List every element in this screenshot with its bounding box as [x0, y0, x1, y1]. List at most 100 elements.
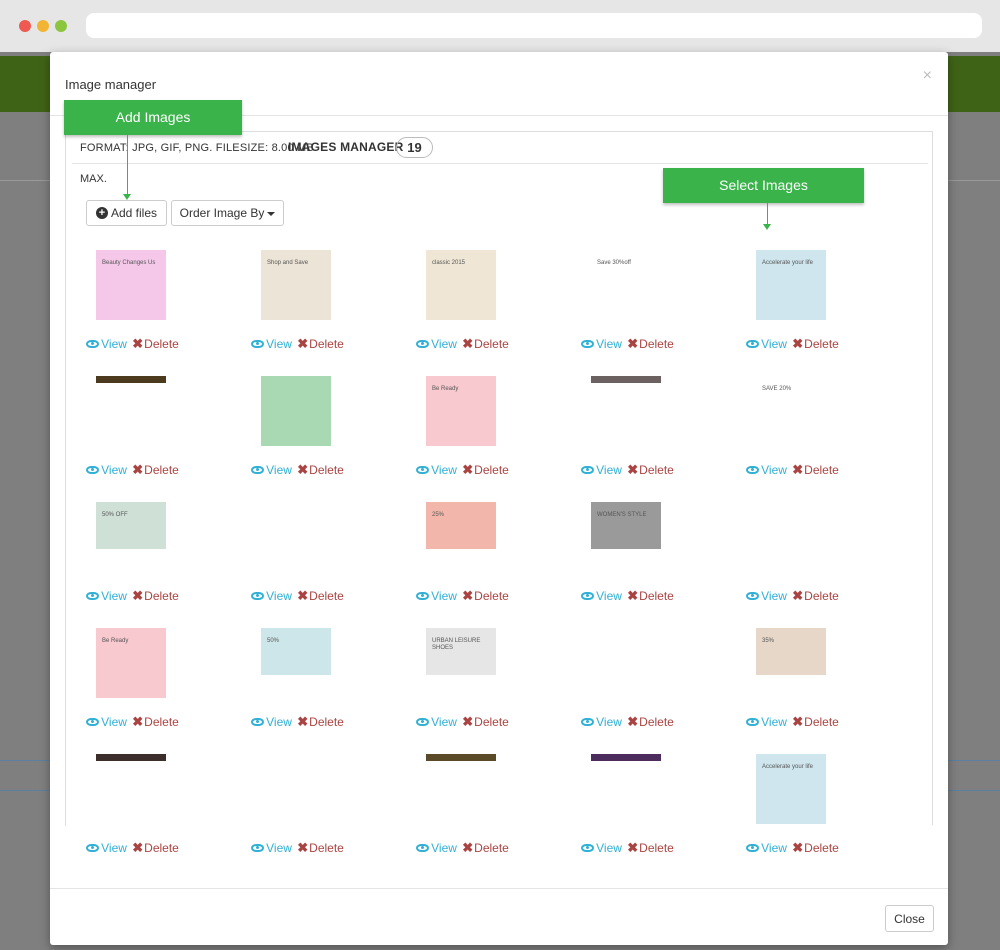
view-link[interactable]: View [581, 589, 622, 603]
delete-link[interactable]: ✖Delete [297, 714, 344, 729]
view-link[interactable]: View [581, 841, 622, 855]
close-button[interactable]: Close [885, 905, 934, 932]
image-thumbnail[interactable]: 35% [756, 628, 826, 675]
view-link[interactable]: View [746, 337, 787, 351]
delete-link[interactable]: ✖Delete [792, 462, 839, 477]
view-link[interactable]: View [746, 841, 787, 855]
delete-link[interactable]: ✖Delete [297, 840, 344, 855]
close-window-icon[interactable] [19, 20, 31, 32]
view-link[interactable]: View [746, 715, 787, 729]
view-link[interactable]: View [416, 589, 457, 603]
view-link[interactable]: View [416, 715, 457, 729]
image-thumbnail[interactable]: 25% [426, 502, 496, 549]
image-thumbnail[interactable]: URBAN LEISURE SHOES [426, 628, 496, 675]
delete-link[interactable]: ✖Delete [627, 336, 674, 351]
delete-link[interactable]: ✖Delete [132, 462, 179, 477]
order-image-by-dropdown[interactable]: Order Image By [171, 200, 284, 226]
thumbnail-caption: URBAN LEISURE SHOES [432, 638, 481, 651]
info-divider [72, 163, 928, 164]
image-thumbnail[interactable]: WOMEN'S STYLE [591, 502, 661, 549]
image-thumbnail[interactable]: 50% [261, 628, 331, 675]
delete-link[interactable]: ✖Delete [792, 714, 839, 729]
image-thumbnail[interactable]: Beauty Changes Us [96, 250, 166, 320]
image-actions: View ✖Delete [215, 462, 380, 478]
view-link[interactable]: View [581, 337, 622, 351]
eye-icon [581, 844, 595, 852]
maximize-window-icon[interactable] [55, 20, 67, 32]
delete-link[interactable]: ✖Delete [462, 840, 509, 855]
delete-link[interactable]: ✖Delete [792, 840, 839, 855]
image-thumbnail[interactable]: Be Ready [426, 376, 496, 446]
image-thumbnail[interactable] [96, 376, 166, 383]
view-link[interactable]: View [746, 463, 787, 477]
delete-link[interactable]: ✖Delete [132, 336, 179, 351]
delete-label: Delete [474, 715, 509, 729]
view-link[interactable]: View [416, 337, 457, 351]
delete-link[interactable]: ✖Delete [132, 840, 179, 855]
image-thumbnail[interactable]: Shop and Save [261, 250, 331, 320]
address-bar[interactable] [86, 13, 982, 38]
delete-link[interactable]: ✖Delete [627, 714, 674, 729]
delete-link[interactable]: ✖Delete [297, 336, 344, 351]
minimize-window-icon[interactable] [37, 20, 49, 32]
view-link[interactable]: View [251, 715, 292, 729]
view-link[interactable]: View [251, 841, 292, 855]
eye-icon [746, 340, 760, 348]
image-thumbnail[interactable] [261, 754, 331, 824]
delete-link[interactable]: ✖Delete [297, 588, 344, 603]
delete-x-icon: ✖ [792, 588, 804, 603]
image-thumbnail[interactable]: Save 30%off [591, 250, 661, 320]
view-link[interactable]: View [251, 463, 292, 477]
image-thumbnail[interactable]: Be Ready [96, 628, 166, 698]
close-icon[interactable]: × [923, 67, 932, 85]
delete-label: Delete [144, 841, 179, 855]
arrow-head-icon [123, 194, 131, 200]
image-thumbnail[interactable]: Accelerate your life [756, 250, 826, 320]
delete-link[interactable]: ✖Delete [462, 462, 509, 477]
delete-label: Delete [309, 589, 344, 603]
view-link[interactable]: View [86, 463, 127, 477]
view-label: View [761, 715, 787, 729]
delete-link[interactable]: ✖Delete [462, 588, 509, 603]
view-link[interactable]: View [86, 841, 127, 855]
delete-link[interactable]: ✖Delete [627, 588, 674, 603]
view-link[interactable]: View [416, 463, 457, 477]
image-thumbnail[interactable] [591, 376, 661, 383]
image-thumbnail[interactable] [756, 502, 826, 549]
image-thumbnail[interactable] [261, 376, 331, 446]
eye-icon [86, 844, 100, 852]
view-link[interactable]: View [581, 463, 622, 477]
delete-link[interactable]: ✖Delete [462, 336, 509, 351]
delete-link[interactable]: ✖Delete [627, 462, 674, 477]
view-link[interactable]: View [86, 589, 127, 603]
image-actions: View ✖Delete [545, 336, 710, 352]
add-files-button[interactable]: + Add files [86, 200, 167, 226]
image-thumbnail[interactable] [426, 754, 496, 761]
view-link[interactable]: View [581, 715, 622, 729]
image-thumbnail[interactable]: SAVE 20% [756, 376, 826, 446]
image-actions: View ✖Delete [710, 336, 875, 352]
image-thumbnail[interactable]: Accelerate your life [756, 754, 826, 824]
delete-link[interactable]: ✖Delete [132, 714, 179, 729]
view-link[interactable]: View [746, 589, 787, 603]
image-thumbnail[interactable]: 50% OFF [96, 502, 166, 549]
delete-link[interactable]: ✖Delete [627, 840, 674, 855]
delete-link[interactable]: ✖Delete [792, 588, 839, 603]
image-thumbnail[interactable] [261, 502, 331, 549]
view-link[interactable]: View [251, 337, 292, 351]
image-actions: View ✖Delete [50, 714, 215, 730]
delete-link[interactable]: ✖Delete [792, 336, 839, 351]
view-link[interactable]: View [86, 715, 127, 729]
image-thumbnail[interactable] [96, 754, 166, 761]
view-link[interactable]: View [86, 337, 127, 351]
image-thumbnail[interactable]: classic 2015 [426, 250, 496, 320]
delete-link[interactable]: ✖Delete [297, 462, 344, 477]
image-thumbnail[interactable] [591, 754, 661, 761]
delete-link[interactable]: ✖Delete [132, 588, 179, 603]
delete-link[interactable]: ✖Delete [462, 714, 509, 729]
image-thumbnail[interactable] [591, 628, 661, 675]
view-link[interactable]: View [416, 841, 457, 855]
view-link[interactable]: View [251, 589, 292, 603]
view-label: View [596, 841, 622, 855]
thumbnail-caption: Shop and Save [267, 260, 309, 266]
